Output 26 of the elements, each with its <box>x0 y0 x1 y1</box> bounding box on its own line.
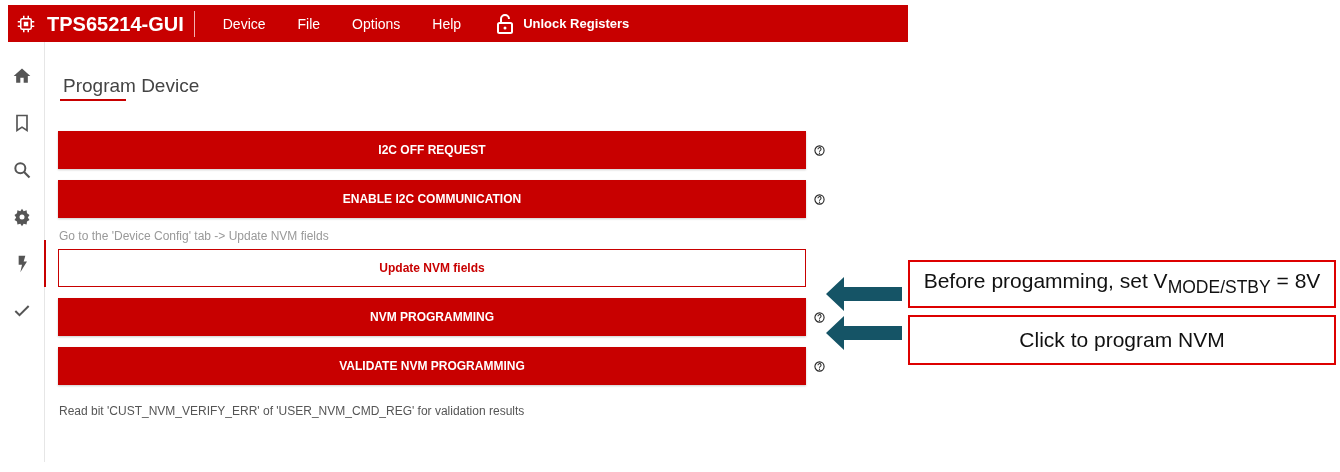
menu-item[interactable]: File <box>293 15 325 32</box>
menu-item[interactable]: Device <box>218 15 270 32</box>
hint-text: Read bit 'CUST_NVM_VERIFY_ERR' of 'USER_NVM_CMD_REG' for validation results <box>59 404 526 418</box>
chip-icon <box>17 14 35 33</box>
help-icon[interactable] <box>814 311 825 323</box>
arrow-icon <box>826 277 902 311</box>
page-title: Program Device <box>63 75 200 98</box>
menu-item[interactable]: Options <box>348 15 405 32</box>
callout-note: Click to program NVM <box>908 315 1336 365</box>
action-button[interactable]: Update NVM fields <box>58 249 806 287</box>
help-icon[interactable] <box>814 360 825 372</box>
padlock-icon <box>497 13 514 34</box>
app-title: TPS65214-GUI <box>47 10 195 37</box>
action-button[interactable]: I2C OFF REQUEST <box>58 131 806 169</box>
action-button[interactable]: ENABLE I2C COMMUNICATION <box>58 180 806 218</box>
menu-item[interactable]: Help <box>428 15 466 32</box>
help-icon[interactable] <box>814 144 825 156</box>
unlock-registers-button[interactable]: Unlock Registers <box>491 12 636 35</box>
callout-note: Before progamming, set V$_{MODE/STBY}$ = 8V <box>908 260 1336 308</box>
search-icon <box>12 159 32 180</box>
hint-text: Go to the 'Device Config' tab -> Update NVM fields <box>59 229 330 243</box>
action-button[interactable]: NVM PROGRAMMING <box>58 298 806 336</box>
arrow-icon <box>826 316 902 350</box>
action-button[interactable]: VALIDATE NVM PROGRAMMING <box>58 347 806 385</box>
settings-icon <box>12 206 32 227</box>
help-icon[interactable] <box>814 193 825 205</box>
